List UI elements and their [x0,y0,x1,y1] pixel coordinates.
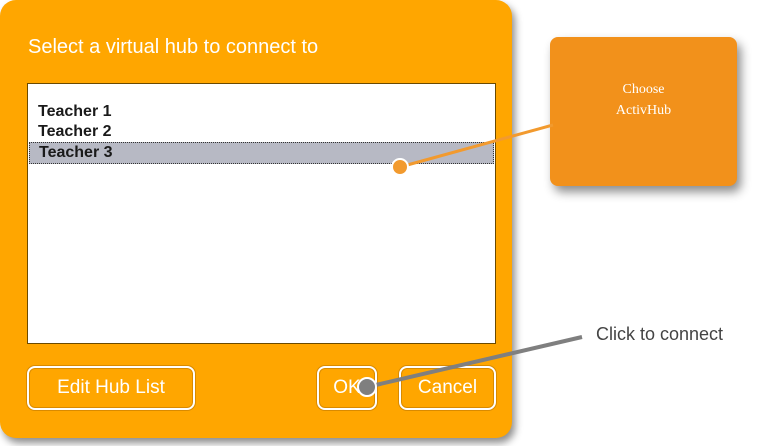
hub-list[interactable]: Teacher 1 Teacher 2 Teacher 3 [27,83,496,344]
hub-select-dialog: Select a virtual hub to connect to Teach… [0,0,512,438]
cancel-button[interactable]: Cancel [399,366,496,410]
dialog-title: Select a virtual hub to connect to [28,36,319,58]
ok-button[interactable]: OK [317,366,377,410]
stage: Select a virtual hub to connect to Teach… [0,0,765,446]
callout-line-1: Choose [622,81,665,97]
hub-list-item-teacher-3[interactable]: Teacher 3 [29,142,494,164]
hub-list-item-teacher-1[interactable]: Teacher 1 [38,102,112,122]
click-to-connect-label: Click to connect [596,324,724,344]
hub-list-item-teacher-2[interactable]: Teacher 2 [38,122,112,142]
choose-activhub-callout: Choose ActivHub [550,37,737,186]
edit-hub-list-button[interactable]: Edit Hub List [27,366,195,410]
callout-line-2: ActivHub [615,102,672,118]
